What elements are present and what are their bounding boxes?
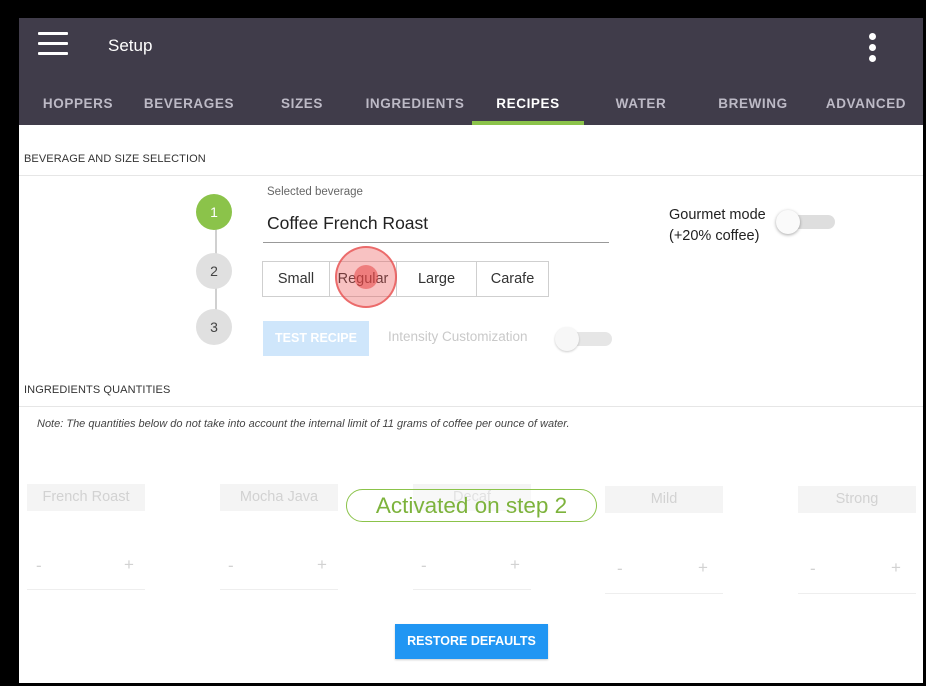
gourmet-toggle-knob	[776, 210, 800, 234]
stepper-underline	[605, 593, 723, 594]
decrement-button[interactable]: -	[421, 556, 427, 576]
ingredients-note: Note: The quantities below do not take i…	[37, 418, 570, 430]
selected-beverage-field[interactable]: Coffee French Roast	[267, 213, 428, 234]
step-3-indicator[interactable]: 3	[196, 309, 232, 345]
tab-recipes[interactable]: RECIPES	[472, 88, 584, 125]
selected-beverage-label: Selected beverage	[267, 186, 363, 198]
size-selector: Small Regular Large Carafe	[262, 261, 549, 297]
ingredient-name-field[interactable]: Mocha Java	[220, 484, 338, 511]
app-title: Setup	[108, 36, 153, 55]
decrement-button[interactable]: -	[36, 556, 42, 576]
divider	[19, 406, 923, 407]
active-tab-indicator	[472, 121, 584, 125]
tab-brewing[interactable]: BREWING	[697, 88, 809, 125]
tab-ingredients[interactable]: INGREDIENTS	[359, 88, 471, 125]
divider	[19, 175, 923, 176]
stepper-underline	[220, 589, 338, 590]
tab-water[interactable]: WATER	[585, 88, 697, 125]
ingredient-name-field[interactable]: Strong	[798, 486, 916, 513]
intensity-customization-label: Intensity Customization	[388, 329, 528, 344]
field-underline	[263, 242, 609, 243]
test-recipe-button[interactable]: TEST RECIPE	[263, 321, 369, 356]
stepper-underline	[798, 593, 916, 594]
stepper-underline	[413, 589, 531, 590]
tab-bar: HOPPERS BEVERAGES SIZES INGREDIENTS RECI…	[19, 88, 923, 125]
more-options-icon[interactable]	[865, 32, 879, 64]
tab-advanced[interactable]: ADVANCED	[810, 88, 922, 125]
ingredients-section-heading: INGREDIENTS QUANTITIES	[24, 384, 171, 396]
increment-button[interactable]: +	[891, 558, 901, 578]
activated-step-overlay: Activated on step 2	[346, 489, 597, 522]
stepper-underline	[27, 589, 145, 590]
gourmet-mode-label: Gourmet mode (+20% coffee)	[669, 205, 766, 247]
intensity-toggle-knob	[555, 327, 579, 351]
gourmet-mode-subtitle: (+20% coffee)	[669, 228, 760, 244]
ingredient-name-field[interactable]: Mild	[605, 486, 723, 513]
click-indicator-dot	[354, 265, 378, 289]
step-2-indicator[interactable]: 2	[196, 253, 232, 289]
decrement-button[interactable]: -	[810, 559, 816, 579]
gourmet-mode-title: Gourmet mode	[669, 207, 766, 223]
increment-button[interactable]: +	[317, 555, 327, 575]
restore-defaults-button[interactable]: RESTORE DEFAULTS	[395, 624, 548, 659]
beverage-section-heading: BEVERAGE AND SIZE SELECTION	[24, 153, 206, 165]
increment-button[interactable]: +	[698, 558, 708, 578]
tab-hoppers[interactable]: HOPPERS	[23, 88, 133, 125]
ingredient-name-field[interactable]: French Roast	[27, 484, 145, 511]
step-1-indicator[interactable]: 1	[196, 194, 232, 230]
size-carafe-button[interactable]: Carafe	[477, 262, 548, 296]
tab-sizes[interactable]: SIZES	[246, 88, 358, 125]
size-small-button[interactable]: Small	[263, 262, 330, 296]
hamburger-menu-icon[interactable]	[38, 32, 68, 56]
increment-button[interactable]: +	[510, 555, 520, 575]
decrement-button[interactable]: -	[228, 556, 234, 576]
tab-beverages[interactable]: BEVERAGES	[134, 88, 244, 125]
decrement-button[interactable]: -	[617, 559, 623, 579]
app-window: Setup HOPPERS BEVERAGES SIZES INGREDIENT…	[19, 18, 923, 683]
app-bar: Setup HOPPERS BEVERAGES SIZES INGREDIENT…	[19, 18, 923, 125]
size-large-button[interactable]: Large	[397, 262, 477, 296]
increment-button[interactable]: +	[124, 555, 134, 575]
